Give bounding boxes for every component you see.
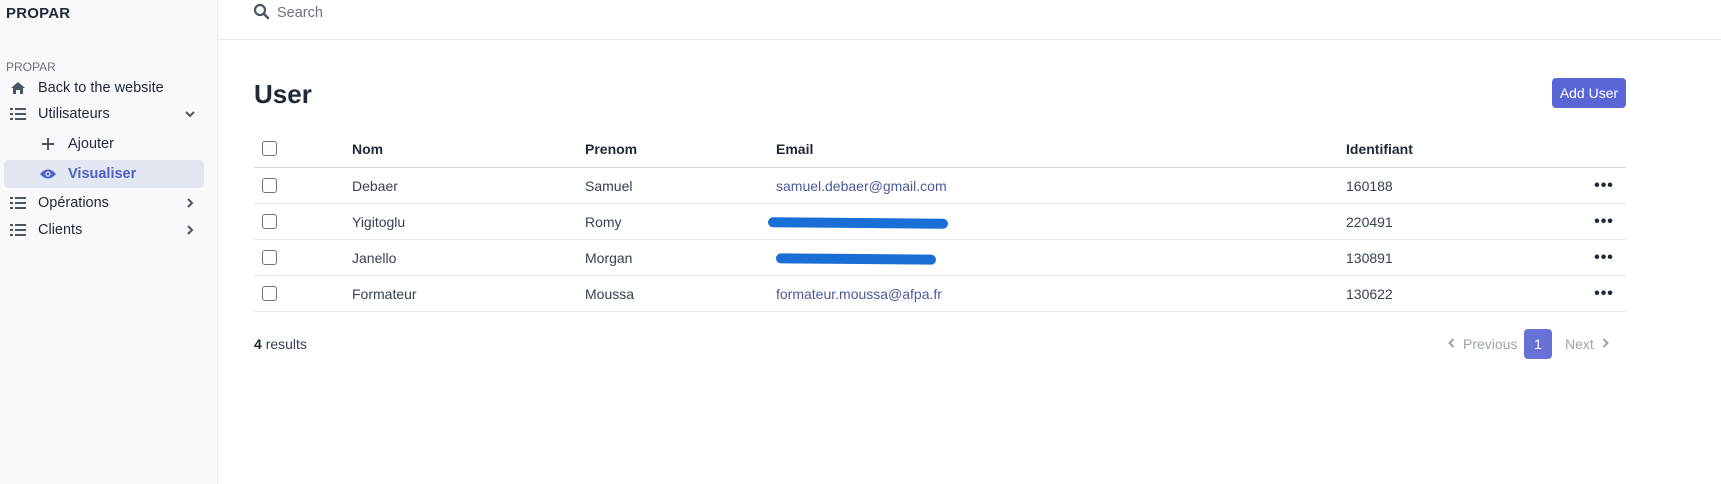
cell-identifiant: 130622 (1346, 285, 1393, 302)
chevron-right-icon[interactable] (182, 222, 198, 238)
previous-label: Previous (1463, 336, 1518, 352)
more-actions-icon[interactable]: ••• (1592, 248, 1616, 268)
sidebar-item-label: Ajouter (68, 136, 114, 152)
row-actions-cell: ••• (1592, 168, 1616, 203)
row-select-cell (262, 204, 277, 239)
row-select-cell (262, 168, 277, 203)
row-checkbox[interactable] (262, 178, 277, 193)
cell-prenom: Samuel (585, 177, 633, 194)
results-label: results (265, 336, 307, 352)
table-header-row: Nom Prenom Email Identifiant (254, 130, 1626, 168)
cell-identifiant: 160188 (1346, 177, 1393, 194)
next-page-button[interactable]: Next (1565, 329, 1617, 359)
column-header-email[interactable]: Email (776, 130, 813, 167)
brand-title[interactable]: PROPAR (6, 5, 70, 22)
users-table: Nom Prenom Email Identifiant Debaer Samu… (254, 130, 1626, 312)
list-icon (6, 104, 30, 124)
sidebar-item-visualiser[interactable]: Visualiser (4, 160, 204, 188)
cell-nom: Debaer (352, 177, 398, 194)
cell-identifiant: 130891 (1346, 249, 1393, 266)
cell-nom: Janello (352, 249, 397, 266)
row-checkbox[interactable] (262, 250, 277, 265)
page-number-button[interactable]: 1 (1524, 329, 1552, 359)
cell-prenom: Morgan (585, 249, 633, 266)
results-number: 4 (254, 336, 262, 352)
next-label: Next (1565, 336, 1594, 352)
row-actions-cell: ••• (1592, 204, 1616, 239)
results-count: 4 results (254, 336, 307, 352)
row-actions-cell: ••• (1592, 240, 1616, 275)
eye-icon (36, 164, 60, 184)
table-row[interactable]: Debaer Samuel samuel.debaer@gmail.com 16… (254, 168, 1626, 204)
chevron-right-icon[interactable] (182, 195, 198, 211)
previous-page-button[interactable]: Previous (1440, 329, 1517, 359)
sidebar-item-ajouter[interactable]: Ajouter (4, 130, 204, 158)
redaction-mark (775, 253, 937, 265)
table-row[interactable]: Formateur Moussa formateur.moussa@afpa.f… (254, 276, 1626, 312)
more-actions-icon[interactable]: ••• (1592, 176, 1616, 196)
list-icon (6, 193, 30, 213)
sidebar-section-title: PROPAR (6, 60, 56, 74)
row-checkbox[interactable] (262, 286, 277, 301)
column-header-identifiant[interactable]: Identifiant (1346, 130, 1413, 167)
chevron-right-icon (1602, 337, 1609, 351)
search-icon (253, 3, 271, 21)
search-input[interactable] (277, 2, 677, 24)
cell-email[interactable]: formateur.moussa@afpa.fr (776, 276, 942, 311)
sidebar-item-label: Visualiser (68, 166, 137, 182)
row-checkbox[interactable] (262, 214, 277, 229)
home-icon (6, 78, 30, 98)
table-row[interactable]: Janello Morgan 130891 ••• (254, 240, 1626, 276)
chevron-down-icon[interactable] (182, 106, 198, 122)
redaction-mark (767, 217, 949, 229)
chevron-left-icon (1448, 337, 1455, 351)
sidebar-item-utilisateurs[interactable]: Utilisateurs (4, 100, 204, 128)
add-user-button[interactable]: Add User (1552, 78, 1626, 108)
more-actions-icon[interactable]: ••• (1592, 284, 1616, 304)
select-all-checkbox[interactable] (262, 141, 277, 156)
cell-prenom: Moussa (585, 285, 635, 302)
cell-nom: Yigitoglu (352, 213, 406, 230)
page-title: User (254, 79, 312, 109)
sidebar-item-operations[interactable]: Opérations (4, 189, 204, 217)
more-actions-icon[interactable]: ••• (1592, 212, 1616, 232)
sidebar-item-label: Opérations (38, 195, 109, 211)
cell-prenom: Romy (585, 213, 622, 230)
table-row[interactable]: Yigitoglu Romy 220491 ••• (254, 204, 1626, 240)
column-header-prenom[interactable]: Prenom (585, 130, 637, 167)
cell-identifiant: 220491 (1346, 213, 1393, 230)
sidebar-item-clients[interactable]: Clients (4, 216, 204, 244)
row-select-cell (262, 276, 277, 311)
sidebar-item-label: Clients (38, 222, 83, 238)
cell-nom: Formateur (352, 285, 417, 302)
row-actions-cell: ••• (1592, 276, 1616, 311)
cell-email[interactable]: samuel.debaer@gmail.com (776, 168, 947, 203)
row-select-cell (262, 240, 277, 275)
sidebar-item-label: Back to the website (38, 80, 164, 96)
sidebar-item-back-to-website[interactable]: Back to the website (4, 74, 204, 102)
top-bar (219, 0, 1721, 40)
column-header-nom[interactable]: Nom (352, 130, 383, 167)
select-all-cell (262, 130, 277, 167)
list-icon (6, 220, 30, 240)
plus-icon (36, 134, 60, 154)
sidebar-item-label: Utilisateurs (38, 106, 110, 122)
sidebar: PROPAR PROPAR Back to the website Utilis… (0, 0, 218, 484)
